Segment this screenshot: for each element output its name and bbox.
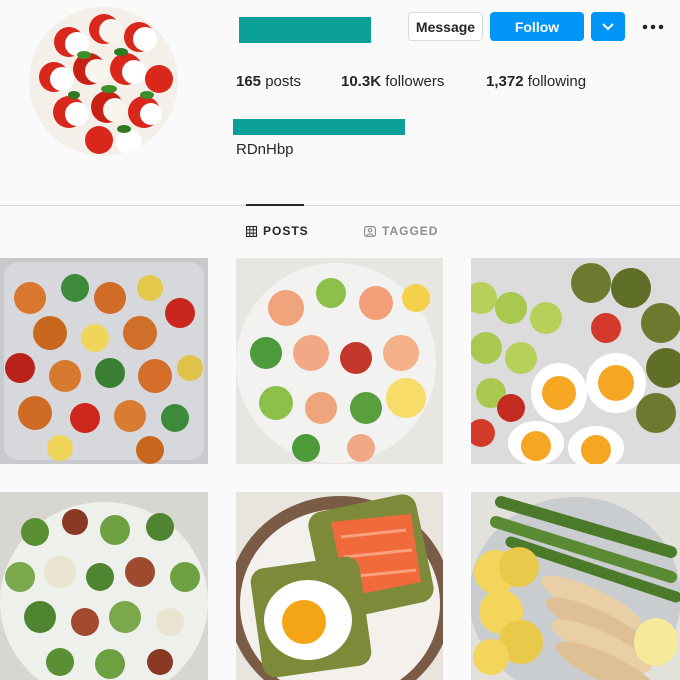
active-tab-indicator [246, 204, 304, 206]
post-tile[interactable] [471, 258, 680, 464]
username-redacted [239, 17, 371, 43]
bio-text: RDnHbp [236, 141, 294, 158]
post-tile[interactable] [471, 492, 680, 680]
tag-icon [364, 225, 376, 237]
post-tile[interactable] [0, 492, 208, 680]
tab-posts-label: POSTS [263, 224, 309, 238]
followers-label: followers [385, 73, 445, 90]
follow-button[interactable]: Follow [490, 12, 584, 41]
following-stat[interactable]: 1,372 following [486, 73, 586, 90]
salmon-egg-avocado-toast-image [236, 492, 443, 680]
post-tile[interactable] [236, 492, 443, 680]
posts-count: 165 [236, 73, 262, 90]
followers-count: 10.3K [341, 73, 382, 90]
broccoli-bacon-salad-image [0, 492, 208, 680]
post-tile[interactable] [0, 258, 208, 464]
full-name-redacted [233, 119, 405, 135]
message-button[interactable]: Message [408, 12, 483, 41]
posts-label: posts [265, 73, 302, 90]
chevron-down-icon [602, 22, 614, 30]
profile-avatar[interactable] [29, 7, 178, 156]
caprese-salad-avatar-image [29, 7, 178, 156]
tabs-divider [0, 205, 680, 206]
followers-stat[interactable]: 10.3K followers [341, 73, 444, 90]
posts-stat[interactable]: 165 posts [236, 73, 301, 90]
egg-avocado-zucchini-plate-image [471, 258, 680, 464]
more-options-button[interactable] [640, 14, 666, 40]
grid-icon [246, 225, 257, 237]
following-count: 1,372 [486, 73, 524, 90]
tab-tagged-label: TAGGED [382, 224, 439, 238]
chicken-asparagus-zucchini-plate-image [471, 492, 680, 680]
shrimp-vegetable-sheet-pan-image [0, 258, 208, 464]
following-label: following [527, 73, 587, 90]
post-tile[interactable] [236, 258, 443, 464]
more-horizontal-icon [642, 24, 664, 30]
tab-posts[interactable]: POSTS [246, 224, 309, 238]
tab-tagged[interactable]: TAGGED [364, 224, 438, 238]
shrimp-avocado-salad-image [236, 258, 443, 464]
suggested-dropdown-button[interactable] [591, 12, 625, 41]
